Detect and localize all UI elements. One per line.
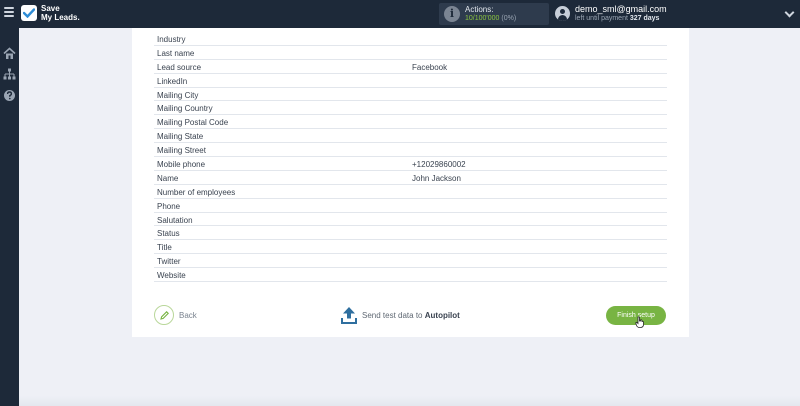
field-row: Twitter [154, 254, 667, 269]
field-row: Mobile phone +12029860002 [154, 157, 667, 171]
field-row: Mailing City [154, 88, 667, 102]
field-value: +12029860002 [412, 160, 466, 170]
field-name: Website [157, 271, 186, 281]
field-name: Mailing State [157, 132, 204, 142]
app-logo-text[interactable]: Save My Leads. [41, 4, 80, 22]
field-name: LinkedIn [157, 76, 188, 86]
field-name: Salutation [157, 215, 193, 225]
field-row: Number of employees [154, 185, 667, 199]
field-name: Industry [157, 35, 186, 44]
field-list: Industry Last name Lead source Facebook Link… [154, 32, 667, 283]
field-name: Lead source [157, 62, 202, 72]
actions-label: Actions: [465, 5, 494, 14]
field-name: Last name [157, 48, 195, 58]
actions-value: 10/100'000 (0%) [465, 15, 517, 22]
home-icon[interactable] [3, 47, 16, 60]
info-icon: i [444, 6, 460, 22]
field-row: Name John Jackson [154, 171, 667, 185]
field-row: Industry [154, 32, 667, 46]
sitemap-icon[interactable] [3, 68, 16, 81]
help-icon[interactable] [3, 89, 16, 102]
field-name: Status [157, 229, 180, 239]
field-row: Lead source Facebook [154, 60, 667, 74]
field-row: Title [154, 240, 667, 255]
actions-counter: i Actions: 10/100'000 (0%) [439, 3, 549, 25]
send-test-label: Send test data to Autopilot [362, 310, 460, 320]
hamburger-icon[interactable] [4, 7, 14, 19]
user-email[interactable]: demo_sml@gmail.com [575, 4, 667, 14]
checkmark-logo-icon[interactable] [21, 5, 37, 21]
send-test-data-button[interactable]: Send test data to Autopilot [340, 305, 460, 325]
field-row: LinkedIn [154, 74, 667, 88]
field-value: John Jackson [412, 173, 461, 183]
user-avatar-icon[interactable] [555, 6, 570, 21]
back-button[interactable]: Back [154, 304, 197, 326]
pencil-icon [160, 311, 169, 320]
field-name: Number of employees [157, 187, 236, 197]
field-mapping-card: Industry Last name Lead source Facebook Link… [132, 28, 689, 337]
field-name: Mobile phone [157, 160, 206, 170]
field-name: Title [157, 243, 172, 253]
hand-cursor-icon [635, 316, 644, 328]
top-bar: Save My Leads. i Actions: 10/100'000 (0%… [0, 0, 800, 28]
page-bottom [19, 396, 800, 406]
field-name: Phone [157, 201, 181, 211]
field-row: Mailing Country [154, 101, 667, 116]
field-name: Mailing Street [157, 146, 206, 156]
field-row: Mailing Street [154, 143, 667, 158]
field-name: Name [157, 173, 179, 183]
field-row: Website [154, 268, 667, 283]
field-name: Mailing Postal Code [157, 118, 229, 128]
field-row: Salutation [154, 213, 667, 227]
field-name: Mailing City [157, 90, 199, 100]
field-name: Mailing Country [157, 104, 213, 114]
field-row: Status [154, 226, 667, 241]
back-label: Back [179, 310, 197, 320]
field-row: Phone [154, 199, 667, 213]
sidebar [0, 28, 19, 406]
payment-info: left until payment 327 days [575, 15, 660, 22]
field-row: Last name [154, 46, 667, 60]
field-row: Mailing Postal Code [154, 115, 667, 130]
field-value: Facebook [412, 62, 448, 72]
chevron-down-icon[interactable] [784, 7, 795, 18]
field-name: Twitter [157, 257, 181, 267]
field-row: Mailing State [154, 129, 667, 144]
upload-icon [341, 306, 357, 324]
